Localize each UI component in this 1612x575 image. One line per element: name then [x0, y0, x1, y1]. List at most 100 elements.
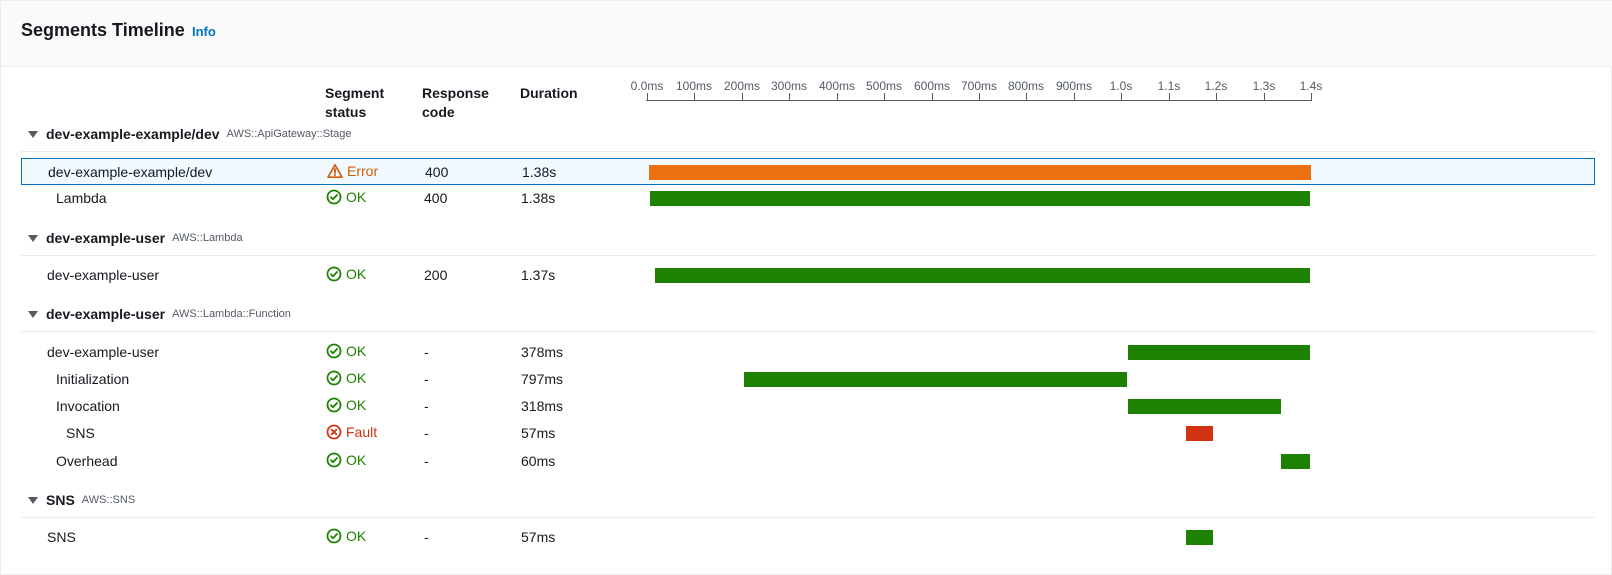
timeline-bar[interactable] — [1185, 426, 1213, 441]
segment-status-text: OK — [346, 528, 367, 544]
group-divider — [21, 255, 1595, 256]
caret-down-icon[interactable] — [28, 130, 38, 138]
segment-duration: 797ms — [521, 371, 564, 387]
x-circle-icon — [326, 424, 346, 440]
axis-tick — [1311, 93, 1312, 101]
timeline-bar[interactable] — [655, 268, 1311, 283]
response-code: - — [424, 425, 429, 441]
check-circle-icon — [326, 189, 346, 205]
response-code: 400 — [424, 190, 448, 206]
segment-status: OK — [326, 528, 366, 544]
group-name: dev-example-user — [46, 306, 166, 322]
segment-status-header-line1: Segment — [325, 85, 385, 101]
segment-row[interactable]: SNS OK - 57ms — [21, 524, 1595, 551]
segment-status-text: OK — [346, 397, 367, 413]
axis-tick — [789, 93, 790, 101]
segment-row[interactable]: Initialization OK - 797ms — [21, 366, 1595, 393]
axis-tick-label: 1.2s — [1204, 79, 1228, 93]
segment-row[interactable]: dev-example-user OK 200 1.37s — [21, 262, 1595, 289]
segment-status-text: Fault — [346, 424, 378, 440]
timeline-bar[interactable] — [1280, 454, 1310, 469]
segment-row[interactable]: Overhead OK - 60ms — [21, 448, 1595, 475]
axis-tick — [979, 93, 980, 101]
response-code: - — [424, 371, 429, 387]
response-code: 400 — [425, 164, 449, 180]
segment-status-text: Error — [347, 163, 379, 179]
info-link[interactable]: Info — [192, 24, 216, 39]
group-header[interactable]: dev-example-user AWS::Lambda — [28, 228, 243, 248]
segment-name: Overhead — [56, 453, 118, 469]
group-type: AWS::Lambda::Function — [172, 308, 291, 320]
segment-row[interactable]: SNS Fault - 57ms — [21, 420, 1595, 447]
segments-timeline-panel: Segments Timeline Info Segment status Re… — [0, 0, 1612, 575]
timeline-bar[interactable] — [743, 372, 1128, 387]
axis-tick-label: 0.0ms — [630, 79, 664, 93]
axis-tick-label: 300ms — [770, 79, 808, 93]
axis-tick-label: 700ms — [960, 79, 998, 93]
response-code: - — [424, 529, 429, 545]
group-divider — [21, 331, 1595, 332]
caret-down-icon[interactable] — [28, 496, 38, 504]
segment-status: Fault — [326, 424, 377, 440]
group-header[interactable]: dev-example-example/dev AWS::ApiGateway::… — [28, 124, 351, 144]
segment-row[interactable]: Invocation OK - 318ms — [21, 393, 1595, 420]
axis-tick-label: 400ms — [818, 79, 856, 93]
axis-tick — [932, 93, 933, 101]
segment-status-header-line2: status — [325, 104, 367, 120]
segment-name: Lambda — [56, 190, 107, 206]
group-name: dev-example-user — [46, 230, 166, 246]
axis-tick-label: 500ms — [865, 79, 903, 93]
response-code: 200 — [424, 267, 448, 283]
segment-duration: 378ms — [521, 344, 564, 360]
axis-tick-label: 1.1s — [1157, 79, 1181, 93]
axis-tick — [1074, 93, 1075, 101]
warning-icon — [327, 163, 347, 179]
segment-status-text: OK — [346, 452, 367, 468]
response-code: - — [424, 453, 429, 469]
timeline-bar[interactable] — [1128, 399, 1281, 414]
axis-tick — [1121, 93, 1122, 101]
group-header[interactable]: dev-example-user AWS::Lambda::Function — [28, 304, 291, 324]
segment-duration: 1.37s — [521, 267, 556, 283]
segment-duration: 1.38s — [522, 164, 557, 180]
group-type: AWS::Lambda — [172, 232, 243, 244]
group-type: AWS::SNS — [81, 494, 136, 506]
panel-title: Segments Timeline — [21, 20, 185, 40]
segment-status: OK — [326, 397, 366, 413]
timeline-bar[interactable] — [649, 191, 1311, 206]
axis-tick-label: 100ms — [675, 79, 713, 93]
axis-tick — [742, 93, 743, 101]
segment-status: OK — [326, 452, 366, 468]
segment-name: SNS — [47, 529, 76, 545]
axis-tick — [1216, 93, 1217, 101]
caret-down-icon[interactable] — [28, 234, 38, 242]
segment-row[interactable]: dev-example-example/dev Error 400 1.38s — [21, 158, 1595, 185]
group-header[interactable]: SNS AWS::SNS — [28, 490, 135, 510]
check-circle-icon — [326, 397, 346, 413]
timeline-bar[interactable] — [1128, 345, 1310, 360]
caret-down-icon[interactable] — [28, 310, 38, 318]
segment-row[interactable]: dev-example-user OK - 378ms — [21, 339, 1595, 366]
axis-tick — [1169, 93, 1170, 101]
segment-status: OK — [326, 370, 366, 386]
check-circle-icon — [326, 343, 346, 359]
check-circle-icon — [326, 452, 346, 468]
segment-row[interactable]: Lambda OK 400 1.38s — [21, 185, 1595, 212]
axis-tick-label: 1.3s — [1252, 79, 1276, 93]
axis-tick — [647, 93, 648, 101]
segment-name: SNS — [66, 425, 95, 441]
group-type: AWS::ApiGateway::Stage — [226, 128, 352, 140]
axis-tick-label: 200ms — [723, 79, 761, 93]
segment-status-text: OK — [346, 370, 367, 386]
segment-name: Initialization — [56, 371, 130, 387]
timeline-bar[interactable] — [649, 165, 1312, 180]
group-name: SNS — [46, 492, 75, 508]
axis-tick-label: 600ms — [913, 79, 951, 93]
segment-duration: 60ms — [521, 453, 556, 469]
panel-header: Segments Timeline Info — [1, 1, 1612, 67]
segment-name: dev-example-user — [47, 267, 160, 283]
axis-tick — [837, 93, 838, 101]
timeline-bar[interactable] — [1185, 530, 1213, 545]
duration-header: Duration — [520, 85, 578, 101]
segment-status-header: Segment status — [325, 84, 384, 122]
